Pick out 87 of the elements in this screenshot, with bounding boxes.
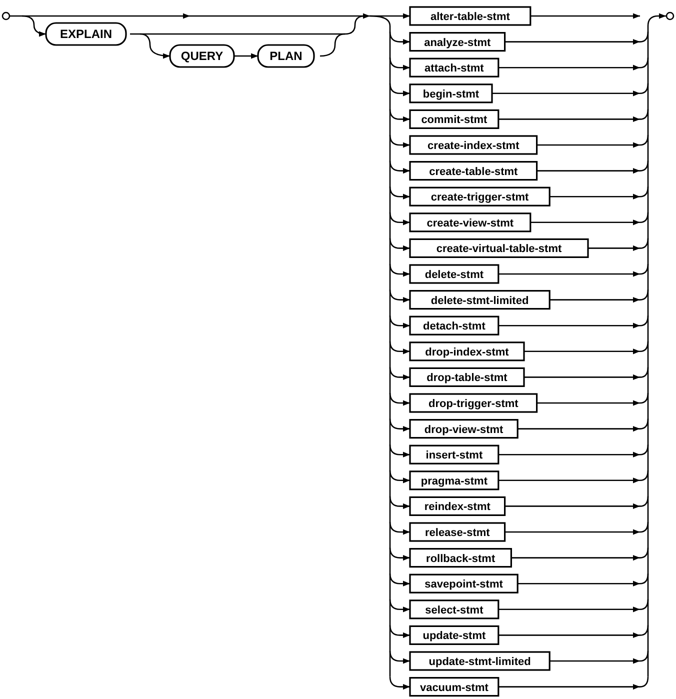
statement-node: create-index-stmt [409, 135, 538, 155]
connector-arrow [233, 53, 258, 59]
statement-node: alter-table-stmt [409, 6, 532, 26]
connector-line [640, 650, 649, 662]
keyword-node: PLAN [257, 44, 315, 68]
connector-line [640, 186, 649, 198]
connector-line [640, 574, 649, 584]
statement-node: drop-trigger-stmt [409, 393, 538, 413]
statement-node: pragma-stmt [409, 470, 500, 490]
connector-arrow [588, 245, 640, 251]
connector-line [640, 316, 649, 326]
connector-arrow [389, 676, 410, 690]
statement-node: insert-stmt [409, 444, 500, 464]
start-terminal-icon [2, 12, 10, 20]
connector-arrow [389, 650, 410, 664]
connector-arrow [389, 58, 410, 70]
statement-node: reindex-stmt [409, 496, 506, 516]
connector-arrow [389, 599, 410, 612]
connector-line [640, 625, 649, 636]
connector-line [640, 134, 649, 146]
connector-line [640, 444, 649, 456]
connector-line [640, 109, 649, 120]
connector-arrow [389, 83, 410, 96]
statement-node: create-view-stmt [409, 212, 532, 232]
connector-line [640, 676, 649, 688]
connector-arrow [389, 548, 410, 561]
connector-line [640, 160, 649, 172]
statement-node: attach-stmt [409, 58, 500, 78]
statement-node: begin-stmt [409, 84, 493, 104]
connector-arrow [389, 212, 410, 226]
statement-node: commit-stmt [409, 109, 500, 129]
statement-node: detach-stmt [409, 316, 500, 336]
connector-arrow [389, 290, 410, 303]
connector-arrow [389, 418, 410, 432]
connector-arrow [389, 341, 410, 354]
connector-arrow [389, 134, 410, 148]
connector-arrow [389, 316, 410, 328]
connector-arrow [389, 238, 410, 251]
connector-line [640, 418, 649, 430]
connector-line [640, 83, 649, 94]
keyword-node: QUERY [169, 44, 235, 68]
connector-arrow [389, 625, 410, 638]
connector-line [640, 548, 649, 558]
connector-arrow [389, 496, 410, 509]
statement-node: drop-table-stmt [409, 367, 525, 387]
statement-node: analyze-stmt [409, 32, 506, 52]
connector-line [640, 341, 649, 352]
connector-arrow [389, 444, 410, 458]
connector-line [640, 58, 649, 68]
connector-arrow [389, 109, 410, 122]
statement-node: delete-stmt [409, 264, 500, 284]
end-terminal-icon [666, 12, 674, 20]
connector-arrow [389, 160, 410, 174]
connector-line [640, 32, 649, 42]
statement-node: drop-index-stmt [409, 342, 525, 362]
connector-line [640, 238, 649, 249]
connector-line [640, 212, 649, 224]
connector-line [640, 522, 649, 533]
connector-line [640, 290, 649, 300]
connector-arrow [140, 33, 170, 59]
statement-node: create-trigger-stmt [409, 186, 550, 206]
statement-node: create-virtual-table-stmt [409, 238, 589, 258]
connector-arrow [389, 32, 410, 45]
statement-node: savepoint-stmt [409, 574, 518, 594]
connector-line [640, 264, 649, 275]
statement-node: select-stmt [409, 600, 500, 620]
statement-node: delete-stmt-limited [409, 290, 550, 310]
keyword-node: EXPLAIN [45, 22, 127, 46]
connector-line [640, 599, 649, 610]
statement-node: create-table-stmt [409, 161, 538, 181]
connector-line [640, 367, 649, 378]
statement-node: update-stmt-limited [409, 651, 550, 671]
connector-line [640, 392, 649, 404]
connector-arrow [389, 392, 410, 406]
statement-node: vacuum-stmt [409, 677, 500, 697]
statement-node: update-stmt [409, 625, 500, 645]
connector-arrow [389, 574, 410, 586]
connector-arrow [389, 470, 410, 484]
statement-node: rollback-stmt [409, 548, 512, 568]
connector-line [640, 496, 649, 507]
connector-arrow [389, 264, 410, 277]
connector-arrow [389, 367, 410, 380]
connector-line [640, 470, 649, 482]
connector-arrow [389, 522, 410, 535]
statement-node: drop-view-stmt [409, 419, 518, 439]
statement-node: release-stmt [409, 522, 506, 542]
connector-arrow [389, 186, 410, 200]
